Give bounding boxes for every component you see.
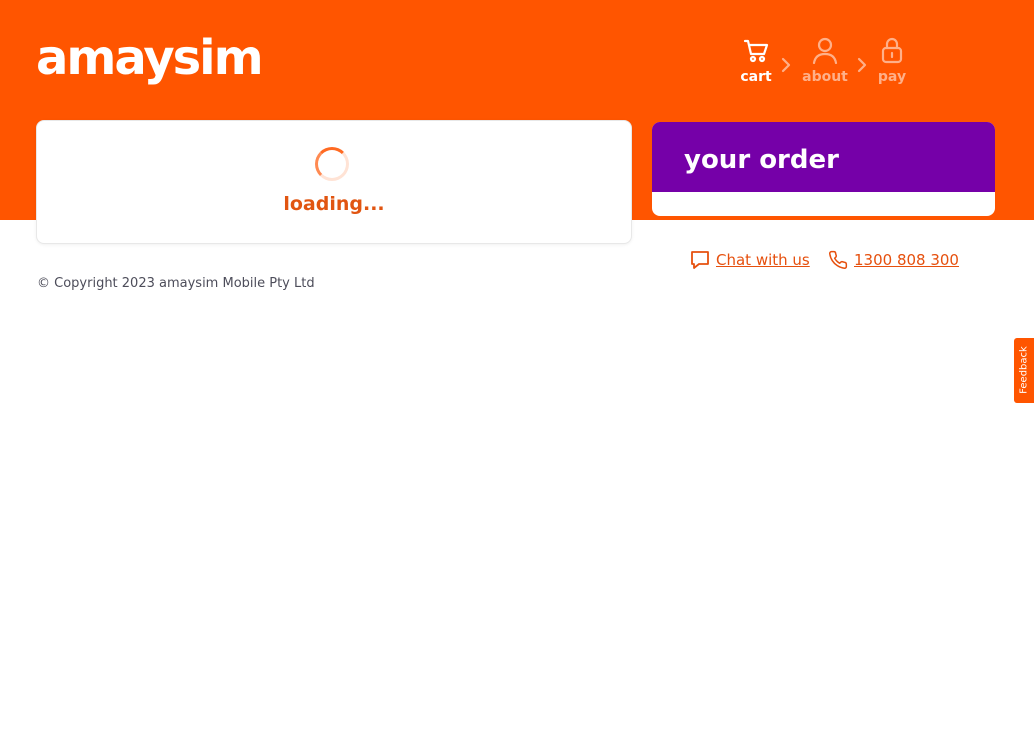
phone-link-label[interactable]: 1300 808 300 (854, 251, 959, 269)
phone-icon (829, 250, 848, 269)
chevron-right-icon (781, 57, 791, 73)
phone-link[interactable]: 1300 808 300 (828, 249, 959, 271)
loading-text: loading... (283, 193, 385, 215)
order-title: your order (652, 122, 995, 192)
loading-spinner (315, 147, 349, 181)
chat-link[interactable]: Chat with us (690, 249, 810, 271)
user-icon (812, 37, 838, 64)
copyright-text: © Copyright 2023 amaysim Mobile Pty Ltd (37, 276, 315, 291)
chat-link-label[interactable]: Chat with us (716, 251, 810, 269)
cart-icon (743, 39, 769, 63)
feedback-tab[interactable]: Feedback (1014, 338, 1034, 403)
order-summary-card: your order (652, 122, 995, 216)
step-about-label: about (802, 69, 848, 85)
step-cart-label: cart (740, 69, 772, 85)
amaysim-logo[interactable]: amaysim (36, 28, 264, 88)
checkout-steps: cart about pay (730, 36, 920, 96)
chat-bubble-icon (691, 251, 709, 269)
step-cart[interactable]: cart (726, 36, 786, 85)
loading-card: loading... (36, 120, 632, 244)
step-pay[interactable]: pay (862, 36, 922, 85)
step-about[interactable]: about (795, 36, 855, 85)
feedback-label: Feedback (1018, 346, 1030, 394)
step-pay-label: pay (877, 69, 907, 85)
lock-icon (881, 37, 903, 64)
